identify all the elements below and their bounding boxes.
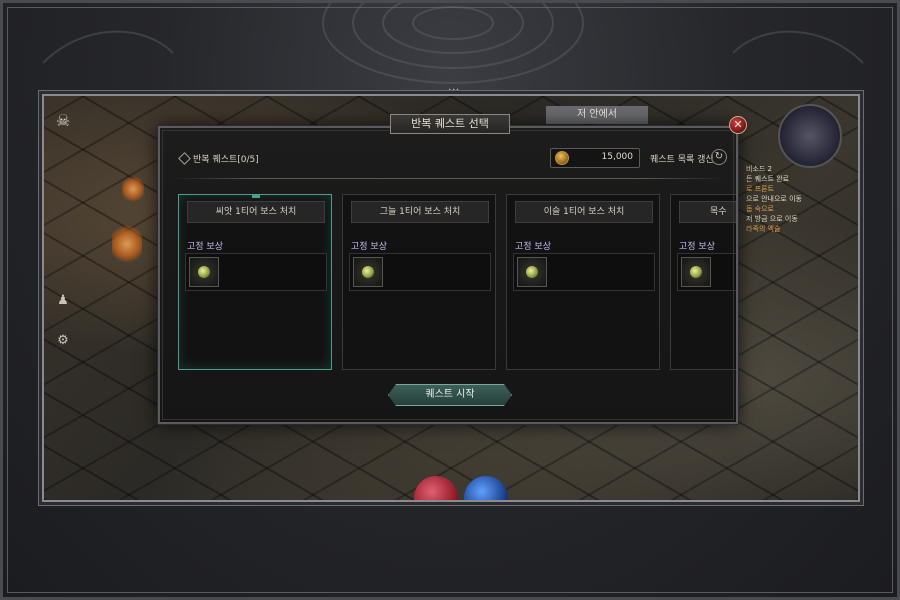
quest-log-entry: 돕 숙으로 <box>746 205 774 213</box>
gem-icon <box>198 266 210 278</box>
quest-log-entry: 라족의 엑슬 <box>746 225 781 233</box>
reward-slot <box>513 253 655 291</box>
reward-item-icon[interactable] <box>353 257 383 287</box>
reward-label: 고정 보상 <box>679 242 715 252</box>
reward-label: 고정 보상 <box>515 242 551 252</box>
quest-log-entry: 로 프론트 <box>746 185 774 193</box>
torch-light <box>112 224 142 264</box>
gem-icon <box>526 266 538 278</box>
quest-title: 이슬 1티어 보스 처치 <box>515 201 653 223</box>
reward-slot <box>185 253 327 291</box>
selected-marker <box>252 194 260 198</box>
close-icon: ✕ <box>733 118 743 131</box>
reward-item-icon[interactable] <box>517 257 547 287</box>
refresh-label: 퀘스트 목록 갱신 <box>650 155 714 165</box>
torch-light <box>122 176 144 202</box>
close-button[interactable]: ✕ <box>729 116 747 134</box>
reward-label: 고정 보상 <box>351 242 387 252</box>
quest-card[interactable]: 목수 고정 보상 <box>670 194 736 370</box>
reward-label: 고정 보상 <box>187 242 223 252</box>
quest-title: 그늘 1티어 보스 처치 <box>351 201 489 223</box>
quest-count-label: 반복 퀘스트[0/5] <box>193 155 259 165</box>
quest-card[interactable]: 이슬 1티어 보스 처치 고정 보상 <box>506 194 660 370</box>
gear-icon[interactable]: ⚙ <box>54 332 72 350</box>
quest-count: 반복 퀘스트[0/5] <box>178 152 259 165</box>
diamond-icon <box>178 152 191 165</box>
reward-slot <box>349 253 491 291</box>
quest-card[interactable]: 씨앗 1티어 보스 처치 고정 보상 <box>178 194 332 370</box>
gem-icon <box>362 266 374 278</box>
hud-top-tab[interactable]: 저 안에서 <box>546 106 648 124</box>
divider <box>174 178 726 179</box>
party-icon[interactable]: ♟ <box>54 292 72 310</box>
reward-item-icon[interactable] <box>189 257 219 287</box>
minimap[interactable] <box>778 104 842 168</box>
coin-icon <box>555 151 569 165</box>
quest-log-entry: 비소드 2 <box>746 165 772 173</box>
quest-card[interactable]: 그늘 1티어 보스 처치 고정 보상 <box>342 194 496 370</box>
repeat-quest-dialog: 반복 퀘스트[0/5] 15,000 퀘스트 목록 갱신 ↻ 씨앗 1티어 보스… <box>158 126 738 424</box>
reward-item-icon[interactable] <box>681 257 711 287</box>
currency-amount: 15,000 <box>601 152 634 162</box>
quest-title: 씨앗 1티어 보스 처치 <box>187 201 325 223</box>
start-quest-button[interactable]: 퀘스트 시작 <box>388 384 512 406</box>
refresh-icon[interactable]: ↻ <box>711 149 727 165</box>
quest-log: 비소드 2 든 퀘스트 완료 로 프론트 으로 안내으로 이동 돕 숙으로 저 … <box>744 164 840 234</box>
quest-log-entry: 저 방금 으로 이동 <box>746 215 798 223</box>
quest-log-entry: 든 퀘스트 완료 <box>746 175 790 183</box>
gem-icon <box>690 266 702 278</box>
reward-slot <box>677 253 736 291</box>
currency-display: 15,000 <box>550 148 640 168</box>
skull-icon[interactable]: ☠ <box>54 112 72 130</box>
dialog-title: 반복 퀘스트 선택 <box>390 114 510 134</box>
quest-log-entry: 으로 안내으로 이동 <box>746 195 802 203</box>
quest-title: 목수 <box>679 201 736 223</box>
